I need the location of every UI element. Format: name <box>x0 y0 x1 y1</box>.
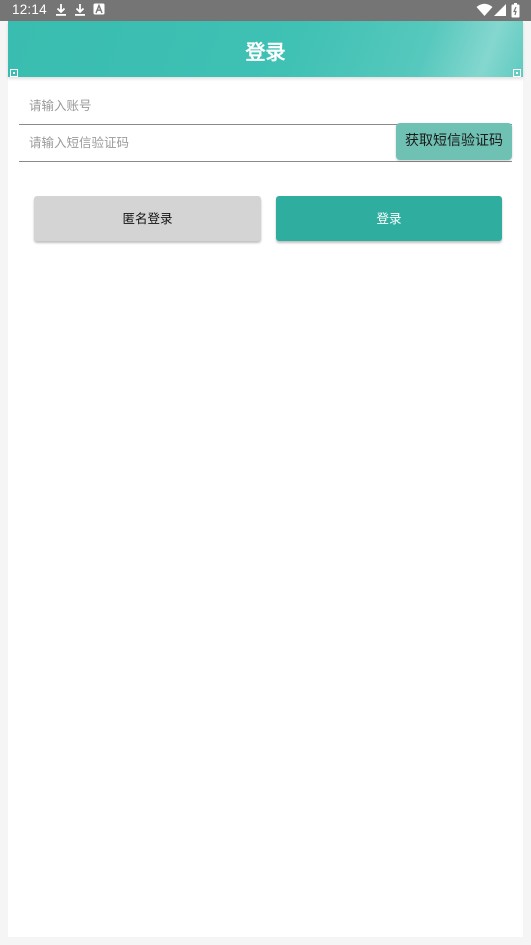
app-frame: 登录 获取短信验证码 匿名登录 登录 <box>8 21 523 937</box>
status-time: 12:14 <box>12 2 47 17</box>
page-title: 登录 <box>245 40 286 64</box>
corner-marker <box>10 69 18 77</box>
signal-icon <box>493 3 507 17</box>
login-button[interactable]: 登录 <box>276 196 502 241</box>
get-sms-code-button[interactable]: 获取短信验证码 <box>396 123 512 160</box>
app-header: 登录 <box>8 21 523 77</box>
download-icon <box>54 3 68 17</box>
account-input[interactable] <box>29 95 389 115</box>
status-bar: 12:14 <box>0 0 531 21</box>
battery-icon <box>511 3 520 18</box>
sms-code-input[interactable] <box>29 132 389 152</box>
sms-code-field: 获取短信验证码 <box>19 123 512 162</box>
account-field <box>19 86 512 125</box>
anonymous-login-button[interactable]: 匿名登录 <box>34 196 261 241</box>
corner-marker <box>513 69 521 77</box>
font-a-icon <box>93 3 107 17</box>
wifi-icon <box>476 3 493 17</box>
download-icon <box>73 3 87 17</box>
